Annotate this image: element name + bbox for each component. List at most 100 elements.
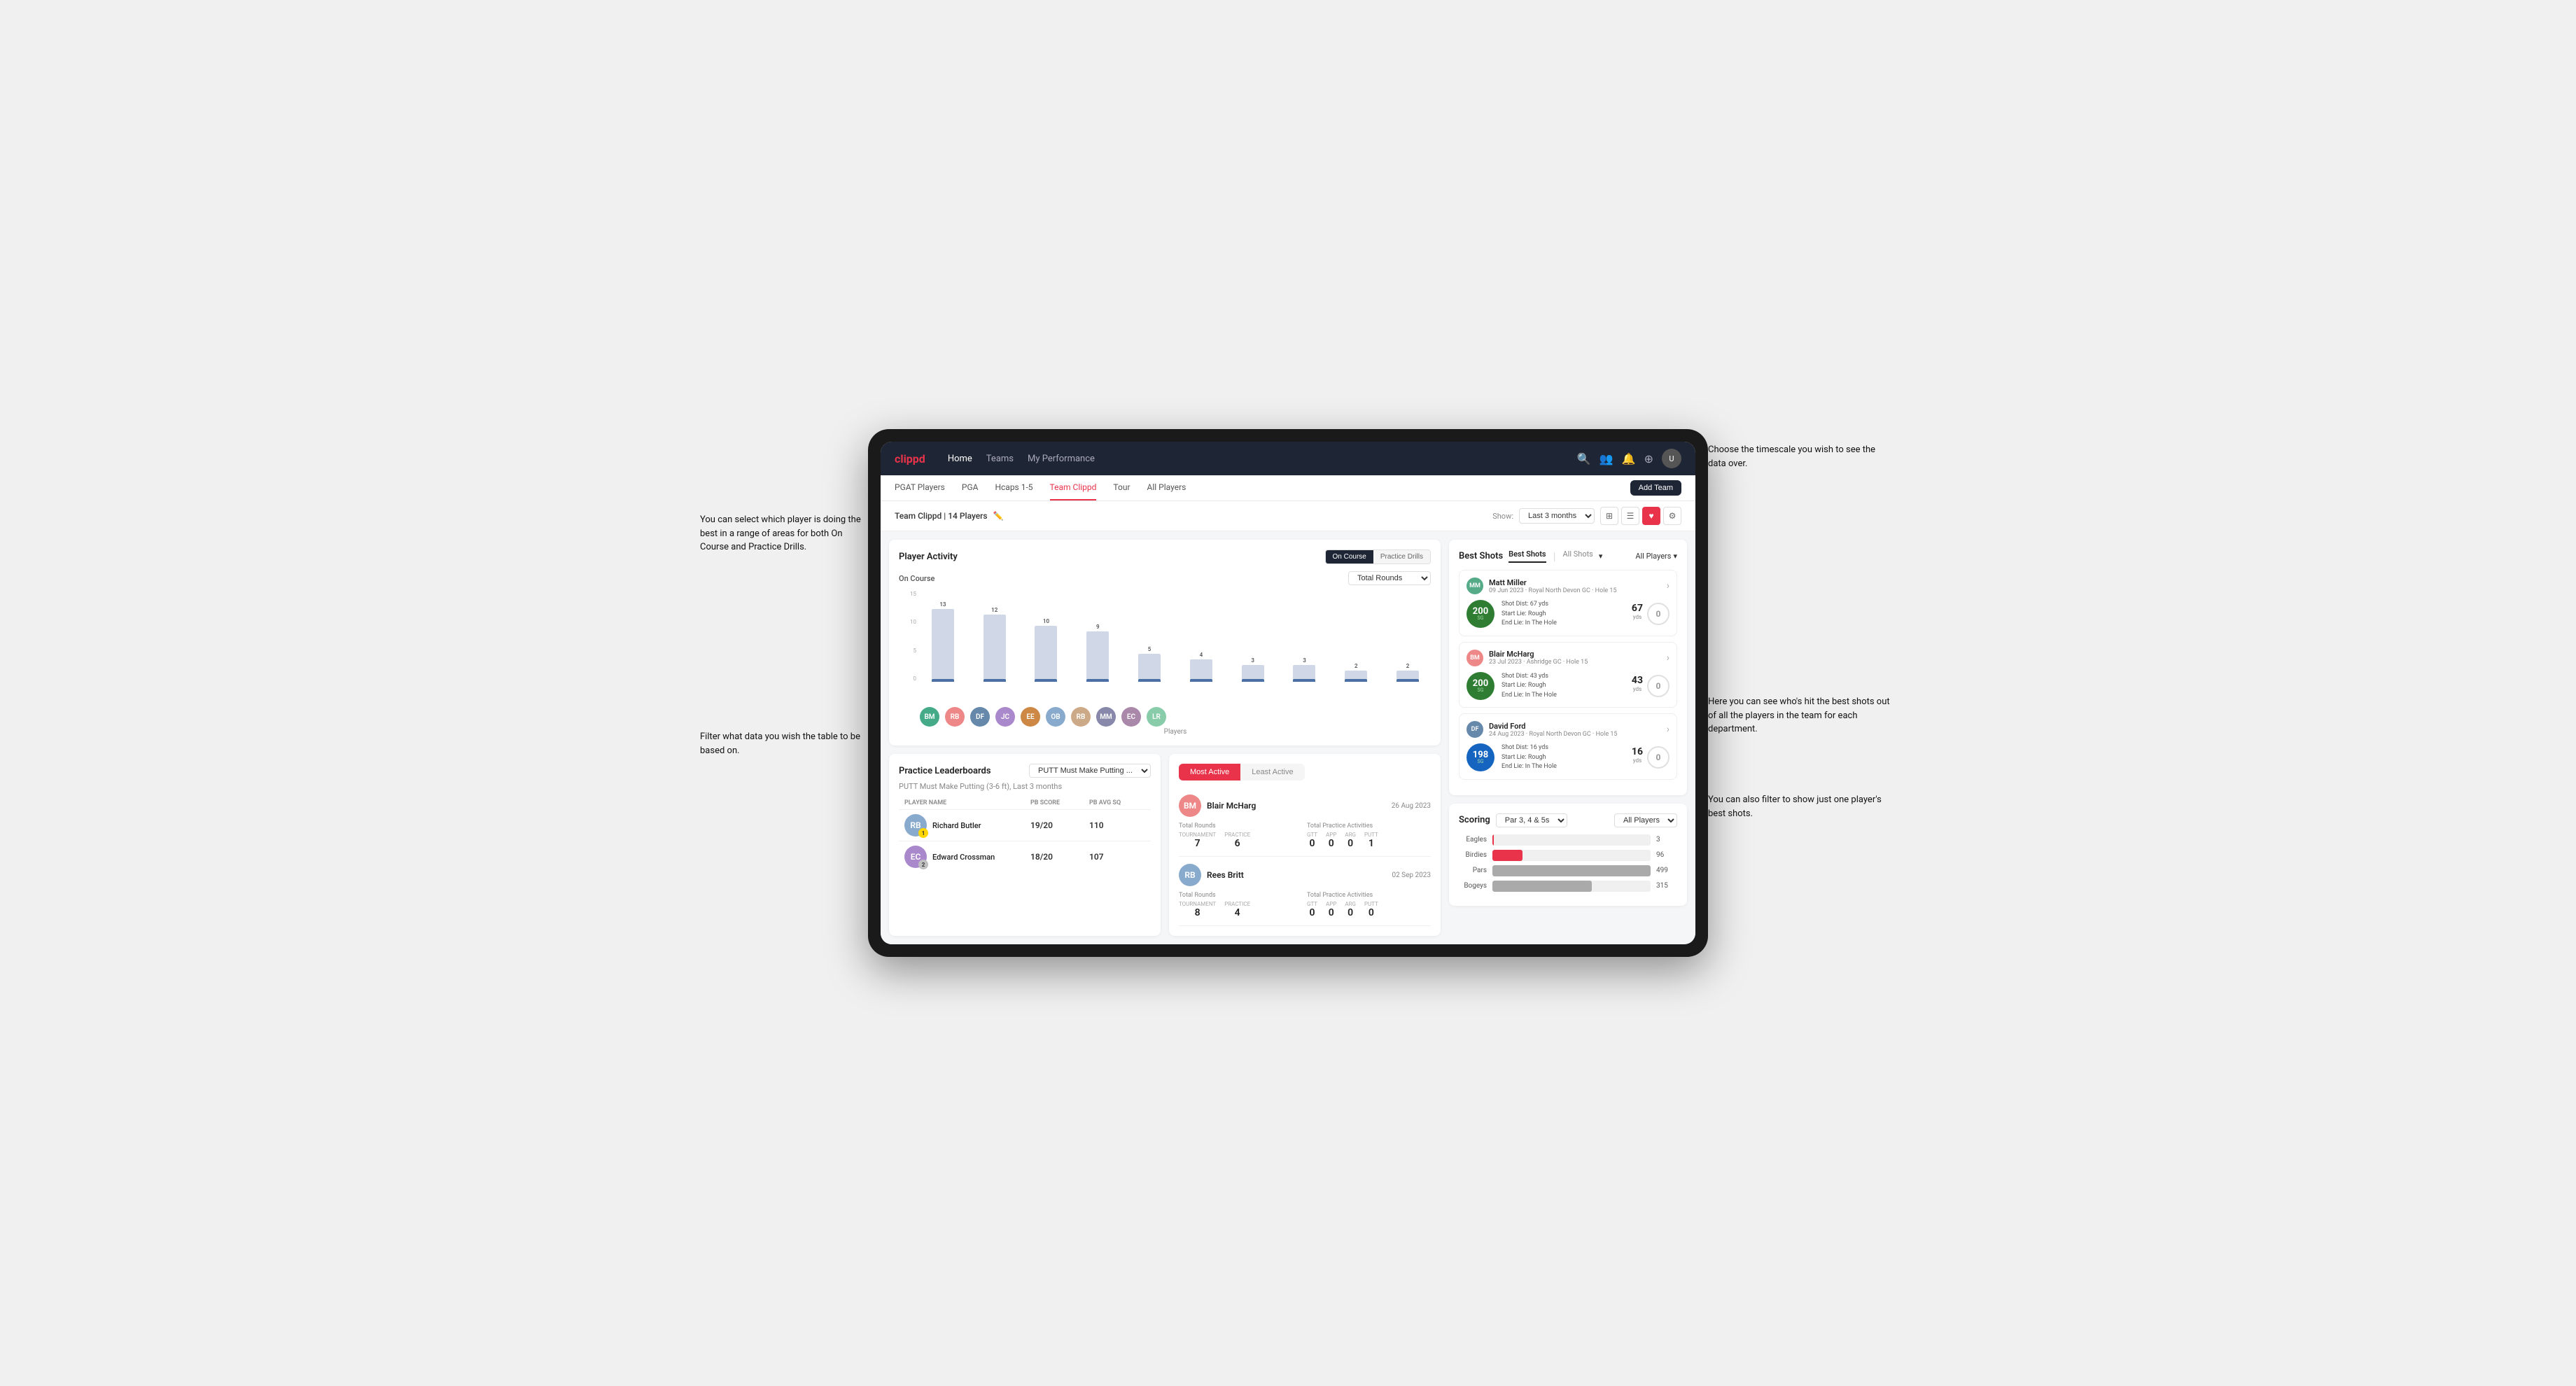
scoring-players-select[interactable]: All Players (1614, 813, 1677, 827)
scoring-val-1: 96 (1656, 851, 1677, 859)
sub-nav-pgat[interactable]: PGAT Players (895, 475, 945, 500)
shot-stat-boxes-2: 43 yds 0 (1632, 675, 1670, 697)
bar-group-6: 3 (1230, 657, 1276, 682)
stat-unit-2a: yds (1632, 686, 1643, 692)
scoring-label-1: Birdies (1459, 851, 1487, 859)
player-avatar-7[interactable]: MM (1096, 707, 1116, 727)
bar-7[interactable] (1293, 665, 1315, 682)
bar-8[interactable] (1345, 671, 1367, 682)
sub-nav-pga[interactable]: PGA (962, 475, 979, 500)
player-avatar-0[interactable]: BM (920, 707, 939, 727)
shot-sg-label-2: SG (1478, 688, 1484, 693)
nav-home[interactable]: Home (948, 454, 972, 464)
leaderboard-drill-select[interactable]: PUTT Must Make Putting ... (1029, 764, 1151, 778)
stat-zero-1: 0 (1647, 603, 1670, 625)
lb-table-header: PLAYER NAME PB SCORE PB AVG SQ (899, 797, 1151, 809)
nav-teams[interactable]: Teams (986, 454, 1014, 464)
shot-player-name-3: David Ford (1489, 722, 1661, 731)
tournament-label-1: Tournament (1179, 832, 1216, 838)
on-course-btn[interactable]: On Course (1326, 550, 1373, 564)
player-avatar-8[interactable]: EC (1121, 707, 1141, 727)
shot-stat-boxes-3: 16 yds 0 (1632, 746, 1670, 769)
player-avatar-6[interactable]: RB (1071, 707, 1091, 727)
player-avatar-3[interactable]: JC (995, 707, 1015, 727)
scoring-panel: Scoring Par 3, 4 & 5s Par 3s only Par 4s… (1449, 804, 1687, 906)
tablet-frame: clippd Home Teams My Performance 🔍 👥 🔔 ⊕… (868, 429, 1708, 957)
bar-9[interactable] (1396, 671, 1419, 682)
bar-5[interactable] (1190, 659, 1212, 682)
bar-group-9: 2 (1385, 663, 1431, 682)
heart-view-btn[interactable]: ♥ (1642, 507, 1660, 525)
most-active-btn[interactable]: Most Active (1179, 764, 1240, 780)
least-active-btn[interactable]: Least Active (1240, 764, 1304, 780)
team-header: Team Clippd | 14 Players ✏️ Show: Last 3… (881, 501, 1695, 531)
plus-circle-icon[interactable]: ⊕ (1644, 452, 1653, 465)
shot-badge-2: 200 SG (1466, 672, 1494, 700)
shot-card-header-1: MM Matt Miller 09 Jun 2023 · Royal North… (1466, 578, 1670, 594)
bar-0[interactable] (932, 609, 954, 682)
bar-value-6: 3 (1251, 657, 1254, 664)
shot-player-meta-3: 24 Aug 2023 · Royal North Devon GC · Hol… (1489, 731, 1661, 738)
sub-nav-team-clippd[interactable]: Team Clippd (1050, 475, 1097, 500)
shot-start-2: Start Lie: Rough (1502, 681, 1625, 691)
player-avatar-5[interactable]: OB (1046, 707, 1065, 727)
shot-chevron-3[interactable]: › (1667, 724, 1670, 735)
scoring-filter-select[interactable]: Par 3, 4 & 5s Par 3s only Par 4s only Pa… (1496, 813, 1567, 827)
shot-card-3[interactable]: DF David Ford 24 Aug 2023 · Royal North … (1459, 713, 1677, 780)
add-team-button[interactable]: Add Team (1630, 480, 1681, 496)
leaderboard-subtitle: PUTT Must Make Putting (3-6 ft), Last 3 … (899, 782, 1151, 791)
shot-chevron-2[interactable]: › (1667, 652, 1670, 664)
bar-4[interactable] (1138, 654, 1161, 682)
activity-practice-section-1: Total Practice Activities GTT 0 APP (1307, 822, 1431, 849)
list-view-btn[interactable]: ☰ (1621, 507, 1639, 525)
scoring-label-3: Bogeys (1459, 882, 1487, 890)
player-avatar-1[interactable]: RB (945, 707, 965, 727)
bar-3[interactable] (1086, 631, 1109, 682)
timescale-select[interactable]: Last 3 months Last 6 months Last year Al… (1519, 508, 1595, 524)
bar-1[interactable] (983, 615, 1006, 682)
practice-label-1: Practice (1224, 832, 1250, 838)
scoring-label-0: Eagles (1459, 836, 1487, 844)
user-avatar[interactable]: U (1662, 449, 1681, 468)
arg-val-2: 0 (1345, 907, 1356, 918)
app-val-2: 0 (1326, 907, 1336, 918)
shot-sg-label-3: SG (1478, 760, 1484, 764)
grid-view-btn[interactable]: ⊞ (1600, 507, 1618, 525)
bar-2[interactable] (1035, 626, 1057, 682)
people-icon[interactable]: 👥 (1600, 452, 1614, 465)
player-avatar-9[interactable]: LR (1147, 707, 1166, 727)
lb-rank-badge-1: 1 (918, 828, 928, 838)
scoring-header: Scoring Par 3, 4 & 5s Par 3s only Par 4s… (1459, 813, 1677, 827)
edit-icon[interactable]: ✏️ (993, 511, 1004, 521)
stat-box-2a: 43 yds (1632, 675, 1643, 697)
player-avatar-4[interactable]: EE (1021, 707, 1040, 727)
all-shots-tab[interactable]: All Shots (1562, 550, 1592, 563)
scoring-row-3: Bogeys315 (1459, 881, 1677, 892)
shot-card-2[interactable]: BM Blair McHarg 23 Jul 2023 · Ashridge G… (1459, 642, 1677, 708)
bell-icon[interactable]: 🔔 (1622, 452, 1636, 465)
shot-player-meta-2: 23 Jul 2023 · Ashridge GC · Hole 15 (1489, 659, 1661, 666)
shots-dropdown[interactable]: ▾ (1599, 552, 1603, 561)
player-shot-info-2: Blair McHarg 23 Jul 2023 · Ashridge GC ·… (1489, 650, 1661, 666)
sub-nav-tour[interactable]: Tour (1113, 475, 1130, 500)
lb-score-1: 19/20 (1030, 820, 1086, 830)
search-icon[interactable]: 🔍 (1577, 452, 1591, 465)
shot-card-1[interactable]: MM Matt Miller 09 Jun 2023 · Royal North… (1459, 570, 1677, 636)
putt-1: PUTT 1 (1364, 832, 1378, 849)
lb-row-2[interactable]: EC 2 Edward Crossman 18/20 107 (899, 841, 1151, 872)
bar-group-3: 9 (1074, 624, 1121, 682)
chart-filter-select[interactable]: Total Rounds Fairways Hit GIR Putts per … (1348, 571, 1431, 585)
all-players-dropdown[interactable]: All Players ▾ (1635, 552, 1677, 561)
best-shots-tab[interactable]: Best Shots (1508, 550, 1546, 563)
bar-6[interactable] (1242, 665, 1264, 682)
player-avatar-2[interactable]: DF (970, 707, 990, 727)
settings-view-btn[interactable]: ⚙ (1663, 507, 1681, 525)
lb-row-1[interactable]: RB 1 Richard Butler 19/20 110 (899, 809, 1151, 841)
app-label-1: APP (1326, 832, 1336, 838)
sub-nav-all-players[interactable]: All Players (1147, 475, 1186, 500)
sub-nav-hcaps[interactable]: Hcaps 1-5 (995, 475, 1032, 500)
practice-drills-btn[interactable]: Practice Drills (1373, 550, 1430, 564)
nav-my-performance[interactable]: My Performance (1028, 454, 1095, 464)
bar-value-1: 12 (991, 607, 997, 613)
shot-chevron-1[interactable]: › (1667, 580, 1670, 592)
